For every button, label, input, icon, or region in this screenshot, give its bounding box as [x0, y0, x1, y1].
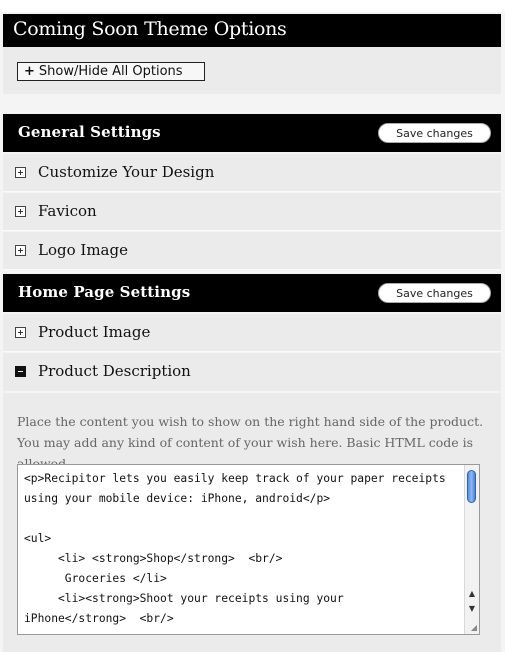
page-title: Coming Soon Theme Options	[13, 18, 287, 40]
page-title-bar: Coming Soon Theme Options	[3, 14, 501, 47]
expand-icon[interactable]	[15, 206, 26, 217]
option-product-image[interactable]: Product Image	[3, 314, 501, 352]
top-strip	[0, 0, 505, 12]
option-label: Customize Your Design	[38, 163, 215, 181]
textarea-scrollbar[interactable]: ▲ ▼	[464, 465, 479, 634]
show-hide-all-button[interactable]: + Show/Hide All Options	[17, 62, 205, 81]
option-logo-image[interactable]: Logo Image	[3, 232, 501, 270]
scroll-down-arrow-icon[interactable]: ▼	[465, 602, 479, 616]
general-save-button[interactable]: Save changes	[378, 123, 491, 143]
expand-icon[interactable]	[15, 167, 26, 178]
home-page-settings-header: Home Page Settings Save changes	[3, 274, 501, 312]
option-label: Product Description	[38, 362, 191, 380]
expand-icon[interactable]	[15, 327, 26, 338]
scrollbar-thumb[interactable]	[467, 470, 476, 503]
product-description-textarea[interactable]: <p>Recipitor lets you easily keep track …	[17, 464, 480, 635]
collapse-icon[interactable]	[15, 366, 26, 377]
scroll-up-arrow-icon[interactable]: ▲	[465, 587, 479, 601]
expand-icon[interactable]	[15, 245, 26, 256]
option-label: Logo Image	[38, 241, 128, 259]
home-page-settings-title: Home Page Settings	[18, 283, 191, 301]
show-hide-area: + Show/Hide All Options	[3, 47, 501, 94]
resize-grip-icon[interactable]: ◢	[471, 623, 477, 632]
option-customize-your-design[interactable]: Customize Your Design	[3, 154, 501, 192]
plus-icon: +	[24, 64, 35, 79]
option-favicon[interactable]: Favicon	[3, 193, 501, 231]
option-label: Product Image	[38, 323, 151, 341]
product-description-content[interactable]: <p>Recipitor lets you easily keep track …	[24, 469, 456, 629]
option-label: Favicon	[38, 202, 97, 220]
product-description-panel: Place the content you wish to show on th…	[3, 393, 501, 652]
general-settings-title: General Settings	[18, 123, 161, 141]
general-settings-header: General Settings Save changes	[3, 114, 501, 152]
show-hide-label: Show/Hide All Options	[38, 64, 183, 79]
option-product-description[interactable]: Product Description	[3, 353, 501, 391]
home-save-button[interactable]: Save changes	[378, 283, 491, 303]
